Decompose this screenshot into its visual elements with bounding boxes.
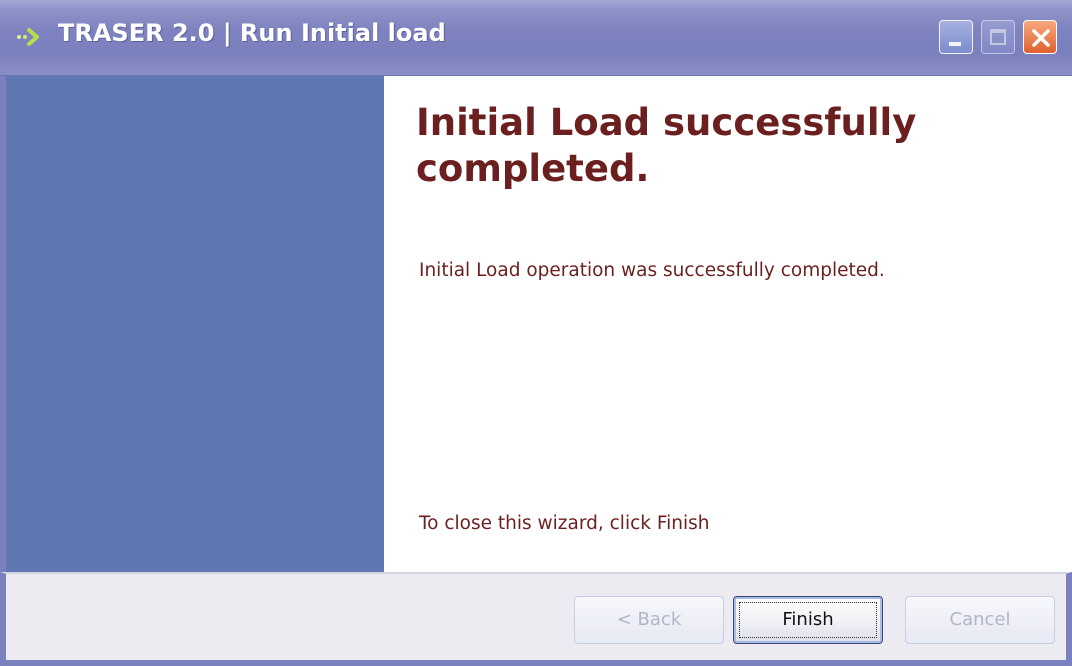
wizard-window: TRASER 2.0 | Run Initial load Initial Lo… bbox=[0, 0, 1072, 666]
wizard-content: Initial Load successfully completed. Ini… bbox=[384, 76, 1072, 572]
close-icon bbox=[1032, 29, 1050, 47]
finish-button[interactable]: Finish bbox=[733, 596, 883, 644]
cancel-button-label: Cancel bbox=[949, 609, 1011, 630]
close-button[interactable] bbox=[1023, 20, 1057, 54]
arrow-right-icon bbox=[16, 24, 46, 50]
back-button: < Back bbox=[574, 596, 724, 644]
minimize-icon bbox=[949, 42, 961, 46]
title-bar[interactable]: TRASER 2.0 | Run Initial load bbox=[0, 0, 1072, 76]
maximize-icon bbox=[990, 29, 1006, 45]
finish-button-label: Finish bbox=[782, 609, 834, 630]
status-message: Initial Load operation was successfully … bbox=[419, 260, 885, 281]
wizard-button-bar: < Back Finish Cancel bbox=[0, 572, 1072, 666]
wizard-side-panel bbox=[0, 76, 384, 572]
window-title: TRASER 2.0 | Run Initial load bbox=[58, 19, 446, 47]
page-title: Initial Load successfully completed. bbox=[416, 101, 917, 190]
back-button-label: < Back bbox=[616, 609, 682, 630]
cancel-button: Cancel bbox=[905, 596, 1055, 644]
close-instruction: To close this wizard, click Finish bbox=[419, 513, 710, 534]
minimize-button[interactable] bbox=[939, 20, 973, 54]
maximize-button bbox=[981, 20, 1015, 54]
